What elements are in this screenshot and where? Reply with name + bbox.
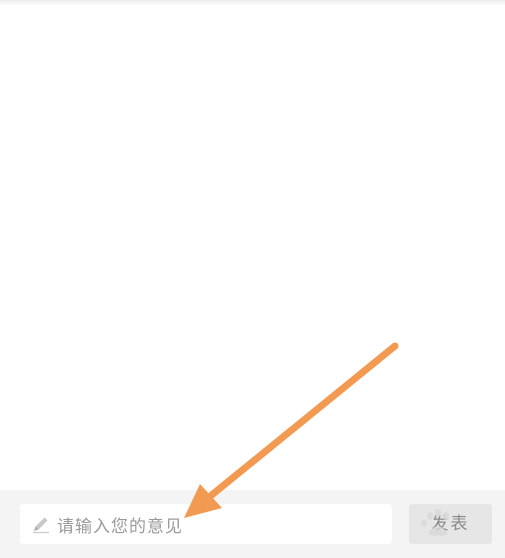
comment-input[interactable]: 请输入您的意见 (20, 504, 392, 544)
pencil-icon (33, 517, 49, 534)
content-area (0, 6, 505, 490)
send-button[interactable]: 发表 (409, 504, 492, 544)
page: 请输入您的意见 发表 (0, 0, 505, 558)
comment-bar: 请输入您的意见 发表 (0, 490, 505, 558)
comment-input-placeholder: 请输入您的意见 (57, 516, 183, 537)
